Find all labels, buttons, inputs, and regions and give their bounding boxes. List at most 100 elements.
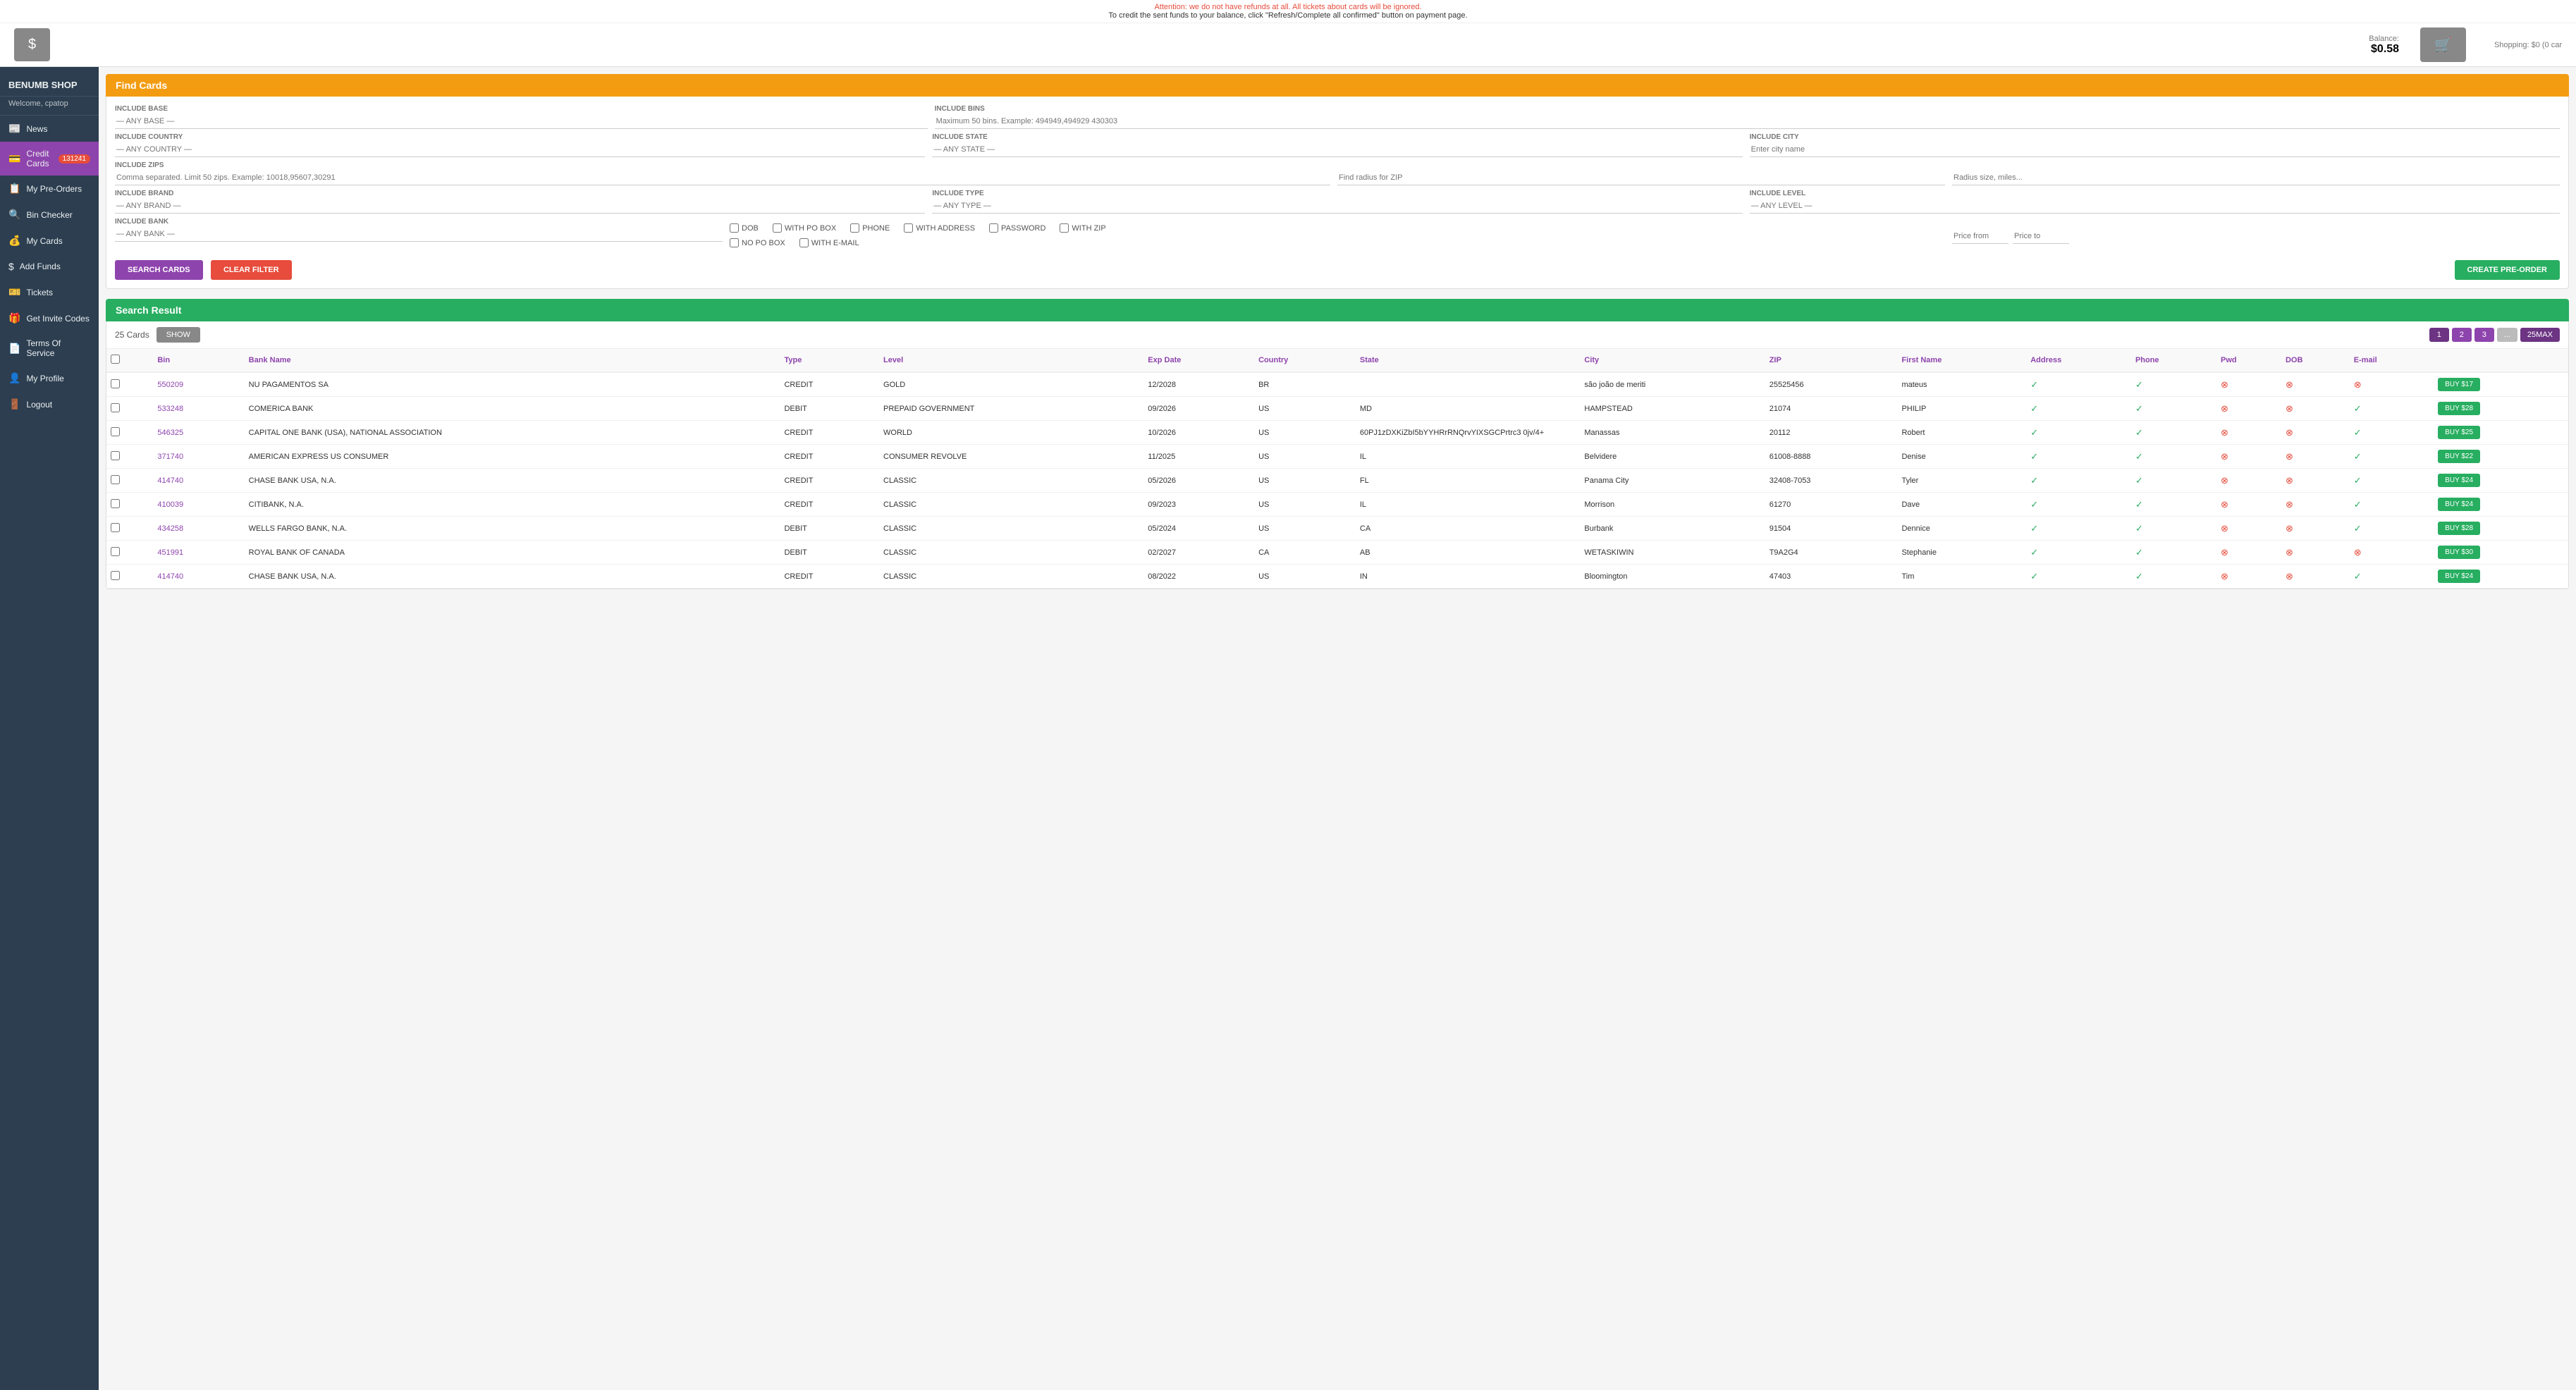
checkbox-password[interactable]: PASSWORD — [989, 223, 1045, 233]
buy-button[interactable]: BUY $25 — [2438, 426, 2480, 439]
select-all-checkbox[interactable] — [111, 355, 120, 364]
sidebar-item-my-pre-orders[interactable]: 📋 My Pre-Orders — [0, 176, 99, 202]
sidebar-item-news[interactable]: 📰 News — [0, 116, 99, 142]
sidebar-item-add-funds[interactable]: $ Add Funds — [0, 254, 99, 279]
filter-zips-input[interactable] — [115, 171, 1330, 185]
buy-button[interactable]: BUY $24 — [2438, 570, 2480, 583]
checkbox-with-email[interactable]: WITH E-MAIL — [799, 238, 859, 247]
sidebar-item-my-profile[interactable]: 👤 My Profile — [0, 365, 99, 391]
checkbox-with-po-box[interactable]: WITH PO BOX — [773, 223, 836, 233]
search-cards-button[interactable]: SEARCH CARDS — [115, 260, 203, 280]
row-pwd: ⊗ — [2216, 397, 2281, 421]
row-select-checkbox[interactable] — [111, 499, 120, 508]
row-select-checkbox[interactable] — [111, 523, 120, 532]
row-address: ✓ — [2026, 397, 2131, 421]
filter-zip-radius-input[interactable] — [1337, 171, 1945, 185]
buy-button[interactable]: BUY $28 — [2438, 402, 2480, 415]
checkbox-no-po-box-label: NO PO BOX — [742, 239, 785, 247]
buy-button[interactable]: BUY $22 — [2438, 450, 2480, 463]
filter-type-input[interactable] — [932, 199, 1742, 214]
row-select-checkbox[interactable] — [111, 547, 120, 556]
sidebar-item-tickets[interactable]: 🎫 Tickets — [0, 279, 99, 305]
price-to-input[interactable] — [2013, 229, 2069, 244]
row-select-checkbox[interactable] — [111, 475, 120, 484]
sidebar-item-logout[interactable]: 🚪 Logout — [0, 391, 99, 417]
checkbox-with-email-input[interactable] — [799, 238, 809, 247]
row-type: DEBIT — [780, 541, 879, 565]
row-select-checkbox[interactable] — [111, 571, 120, 580]
filter-include-zips: INCLUDE ZIPS — [115, 161, 1330, 185]
row-level: GOLD — [879, 372, 1143, 397]
checkbox-with-address[interactable]: WITH ADDRESS — [904, 223, 975, 233]
sidebar-item-label: Add Funds — [20, 262, 61, 271]
buy-button[interactable]: BUY $24 — [2438, 474, 2480, 487]
dollar-btn[interactable]: $ — [14, 28, 50, 61]
sidebar-item-bin-checker[interactable]: 🔍 Bin Checker — [0, 202, 99, 228]
filter-base-input[interactable] — [115, 114, 928, 129]
filter-zip-radius-label — [1337, 161, 1945, 169]
dob-circle-icon: ⊗ — [2286, 523, 2293, 534]
checkbox-with-po-box-input[interactable] — [773, 223, 782, 233]
filter-state-input[interactable] — [932, 142, 1742, 157]
page-1-btn[interactable]: 1 — [2429, 328, 2449, 342]
page-ellipsis-btn[interactable]: ... — [2497, 328, 2517, 342]
checkbox-dob-label: DOB — [742, 224, 759, 233]
credit-cards-icon: 💳 — [8, 153, 20, 165]
buy-button[interactable]: BUY $17 — [2438, 378, 2480, 391]
filter-country-input[interactable] — [115, 142, 925, 157]
row-bin: 550209 — [153, 372, 244, 397]
sidebar-item-my-cards[interactable]: 💰 My Cards — [0, 228, 99, 254]
filter-bank-input[interactable] — [115, 227, 723, 242]
25max-btn[interactable]: 25MAX — [2520, 328, 2560, 342]
price-from-input[interactable] — [1952, 229, 2008, 244]
sidebar-item-get-invite-codes[interactable]: 🎁 Get Invite Codes — [0, 305, 99, 331]
filter-zip-radius-size-input[interactable] — [1952, 171, 2560, 185]
cart-btn[interactable]: 🛒 — [2420, 27, 2466, 62]
row-type: CREDIT — [780, 565, 879, 589]
filter-include-state: INCLUDE STATE — [932, 133, 1742, 157]
buy-button[interactable]: BUY $30 — [2438, 546, 2480, 559]
table-header-row: Bin Bank Name Type Level Exp Date Countr… — [106, 349, 2568, 372]
buy-button[interactable]: BUY $24 — [2438, 498, 2480, 511]
checkbox-with-address-input[interactable] — [904, 223, 913, 233]
phone-check-icon: ✓ — [2135, 379, 2143, 390]
page-3-btn[interactable]: 3 — [2474, 328, 2494, 342]
row-bank: AMERICAN EXPRESS US CONSUMER — [245, 445, 780, 469]
filter-bank-label: INCLUDE BANK — [115, 218, 723, 226]
checkbox-with-zip[interactable]: WITH ZIP — [1060, 223, 1105, 233]
row-fname: PHILIP — [1897, 397, 2026, 421]
filter-brand-input[interactable] — [115, 199, 925, 214]
clear-filter-button[interactable]: CLEAR FILTER — [211, 260, 292, 280]
checkbox-no-po-box-input[interactable] — [730, 238, 739, 247]
checkbox-phone-input[interactable] — [850, 223, 859, 233]
left-action-buttons: SEARCH CARDS CLEAR FILTER — [115, 260, 292, 280]
sidebar-item-terms[interactable]: 📄 Terms Of Service — [0, 331, 99, 365]
row-select-checkbox[interactable] — [111, 379, 120, 388]
terms-icon: 📄 — [8, 343, 20, 355]
checkbox-phone[interactable]: PHONE — [850, 223, 890, 233]
table-row: 451991 ROYAL BANK OF CANADA DEBIT CLASSI… — [106, 541, 2568, 565]
sidebar-item-credit-cards[interactable]: 💳 Credit Cards 131241 — [0, 142, 99, 176]
checkbox-dob[interactable]: DOB — [730, 223, 759, 233]
pre-orders-icon: 📋 — [8, 183, 20, 195]
row-select-checkbox[interactable] — [111, 451, 120, 460]
filter-level-input[interactable] — [1750, 199, 2560, 214]
checkbox-no-po-box[interactable]: NO PO BOX — [730, 238, 785, 247]
row-phone: ✓ — [2131, 421, 2216, 445]
filter-city-input[interactable] — [1750, 142, 2560, 157]
row-checkbox-cell — [106, 397, 153, 421]
create-pre-order-button[interactable]: CREATE PRE-ORDER — [2455, 260, 2560, 280]
checkbox-dob-input[interactable] — [730, 223, 739, 233]
page-2-btn[interactable]: 2 — [2452, 328, 2472, 342]
row-phone: ✓ — [2131, 565, 2216, 589]
row-select-checkbox[interactable] — [111, 403, 120, 412]
checkbox-with-zip-input[interactable] — [1060, 223, 1069, 233]
dob-circle-icon: ⊗ — [2286, 427, 2293, 438]
show-button[interactable]: SHOW — [157, 327, 200, 343]
checkbox-password-input[interactable] — [989, 223, 998, 233]
row-select-checkbox[interactable] — [111, 427, 120, 436]
row-buy-cell: BUY $28 — [2434, 397, 2568, 421]
row-state: 60PJ1zDXKiZbI5bYYHRrRNQrvYIXSGCPrtrc3 0j… — [1356, 421, 1581, 445]
filter-bins-input[interactable] — [935, 114, 2560, 129]
buy-button[interactable]: BUY $28 — [2438, 522, 2480, 535]
